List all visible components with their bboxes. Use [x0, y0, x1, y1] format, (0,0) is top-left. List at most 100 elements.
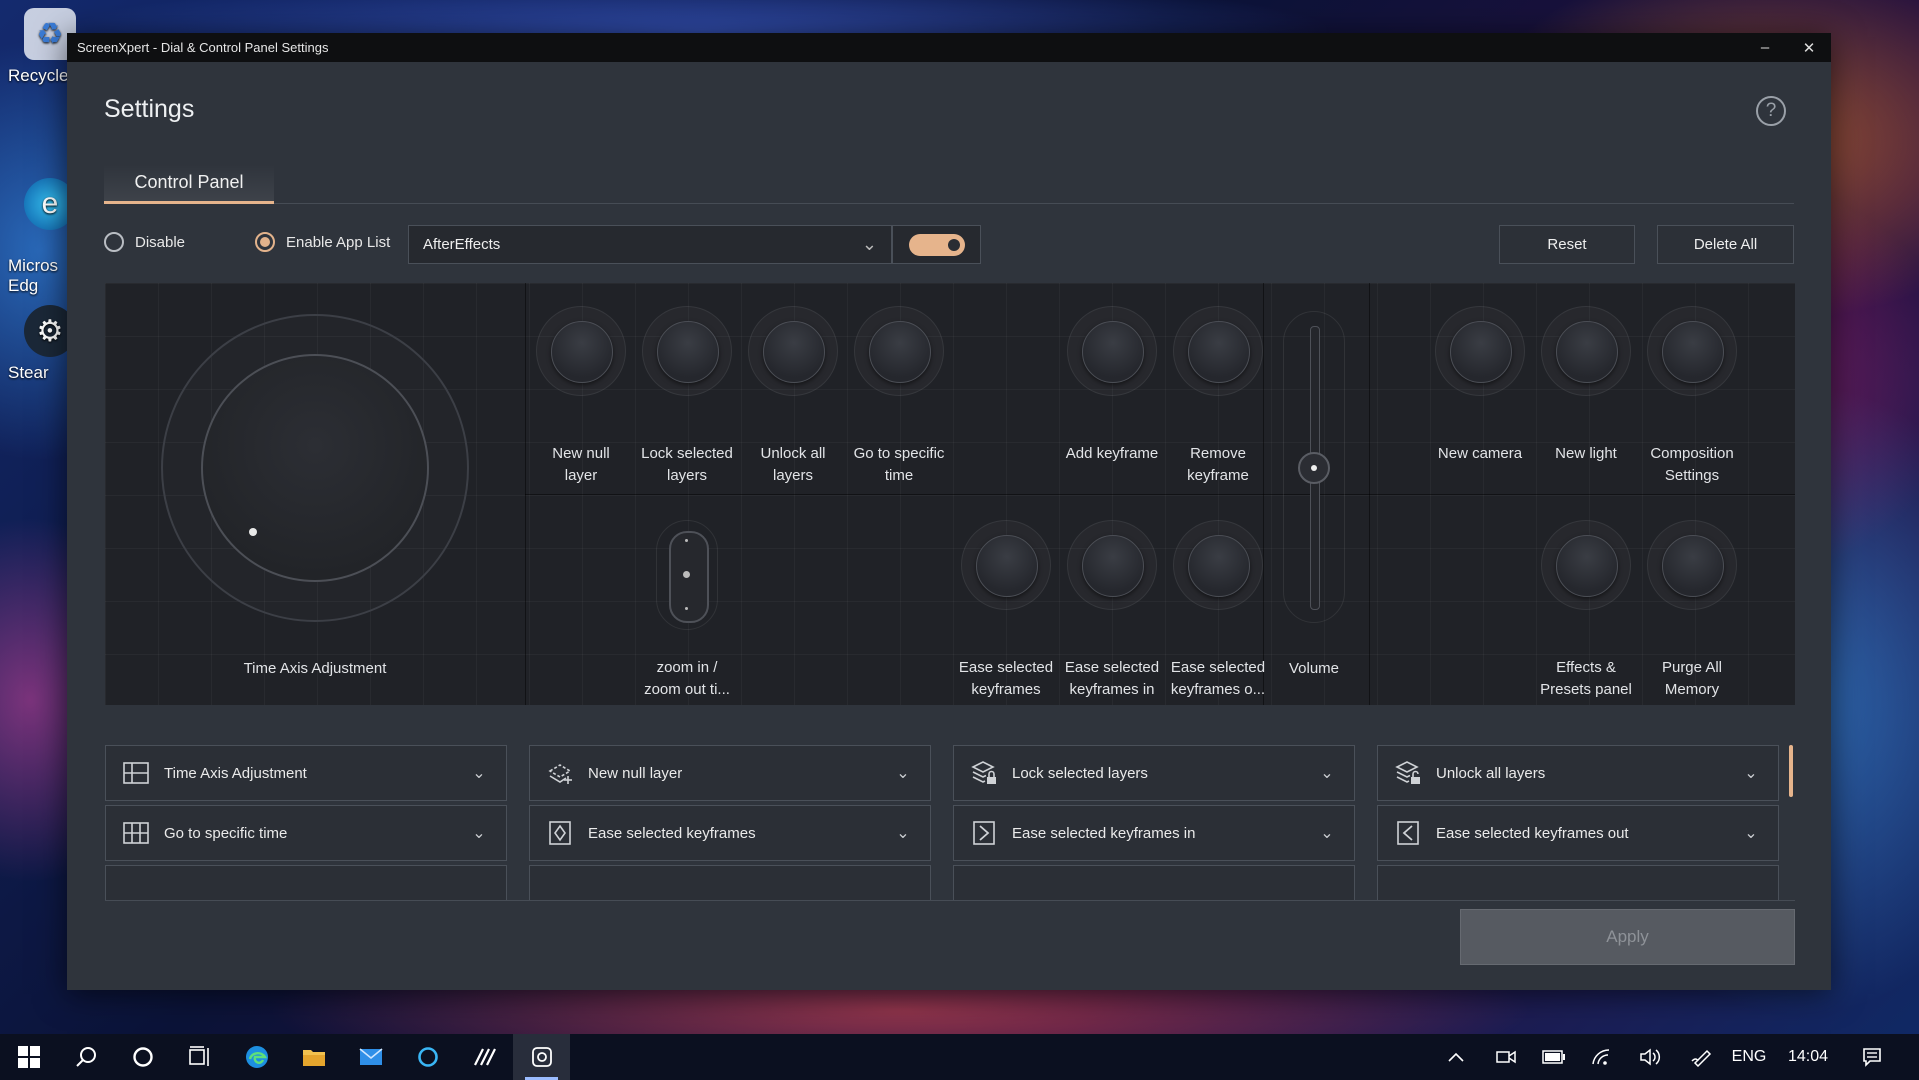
knob-label: Purge All Memory	[1661, 659, 1723, 698]
meet-now-icon[interactable]	[1486, 1034, 1526, 1080]
timeline-icon	[122, 759, 150, 787]
assignment-dropdown[interactable]: Time Axis Adjustment ⌄	[105, 745, 507, 801]
chevron-up-icon[interactable]	[1436, 1034, 1476, 1080]
assignment-dropdown-partial[interactable]	[1377, 865, 1779, 900]
assignment-dropdown-partial[interactable]	[105, 865, 507, 900]
knob-new-light[interactable]	[1541, 306, 1631, 396]
assignment-label: Unlock all layers	[1436, 764, 1546, 782]
knob-label: New camera	[1437, 445, 1523, 462]
assignment-scrollbar[interactable]	[1789, 745, 1793, 797]
chevron-down-icon: ⌄	[1320, 765, 1334, 782]
knob-label: Unlock all layers	[760, 445, 826, 484]
knob-label: Remove keyframe	[1187, 445, 1249, 484]
edge-icon[interactable]	[228, 1034, 285, 1080]
time-axis-dial[interactable]	[201, 354, 429, 582]
assignment-dropdown[interactable]: Unlock all layers ⌄	[1377, 745, 1779, 801]
assignment-label: Go to specific time	[164, 824, 288, 842]
knob-new-null-layer[interactable]	[536, 306, 626, 396]
pen-icon[interactable]	[1682, 1034, 1722, 1080]
assignment-dropdown[interactable]: Lock selected layers ⌄	[953, 745, 1355, 801]
chevron-down-icon: ⌄	[861, 234, 877, 254]
file-explorer-icon[interactable]	[285, 1034, 342, 1080]
knob-lock-selected-layers[interactable]	[642, 306, 732, 396]
disable-label: Disable	[135, 233, 186, 251]
knob-remove-keyframe[interactable]	[1173, 306, 1263, 396]
assignment-label: New null layer	[588, 764, 683, 782]
assignment-label: Time Axis Adjustment	[164, 764, 307, 782]
mail-icon[interactable]	[342, 1034, 399, 1080]
go-to-time-icon	[122, 819, 150, 847]
cortana-app-icon[interactable]	[399, 1034, 456, 1080]
knob-ease-selected-keyframes-out[interactable]	[1173, 520, 1263, 610]
screenxpert-icon[interactable]	[513, 1034, 570, 1080]
help-icon[interactable]: ?	[1756, 96, 1786, 126]
assignment-dropdown[interactable]: Ease selected keyframes in ⌄	[953, 805, 1355, 861]
knob-add-keyframe[interactable]	[1067, 306, 1157, 396]
app-select-dropdown[interactable]: AfterEffects ⌄	[408, 225, 892, 264]
chevron-down-icon: ⌄	[1744, 765, 1758, 782]
search-icon[interactable]	[57, 1034, 114, 1080]
assignment-dropdown-partial[interactable]	[953, 865, 1355, 900]
minimize-button[interactable]: –	[1743, 33, 1787, 62]
settings-window: ScreenXpert - Dial & Control Panel Setti…	[67, 33, 1831, 990]
assignment-dropdown[interactable]: Ease selected keyframes out ⌄	[1377, 805, 1779, 861]
ease-out-icon	[1394, 819, 1422, 847]
wifi-icon[interactable]	[1582, 1034, 1622, 1080]
knob-label: New null layer	[552, 445, 610, 484]
page-title: Settings	[104, 95, 195, 123]
knob-unlock-all-layers[interactable]	[748, 306, 838, 396]
enable-app-list-radio[interactable]: Enable App List	[255, 232, 390, 252]
knob-label: Add keyframe	[1065, 445, 1159, 462]
taskbar: ENG 14:04	[0, 1034, 1919, 1080]
language-indicator[interactable]: ENG	[1726, 1034, 1772, 1080]
knob-label: Ease selected keyframes	[958, 659, 1054, 698]
notification-icon[interactable]	[1850, 1034, 1894, 1080]
knob-new-camera[interactable]	[1435, 306, 1525, 396]
chevron-down-icon: ⌄	[896, 765, 910, 782]
app-select-value: AfterEffects	[423, 236, 501, 253]
desktop-icon-label: Micros Edg	[8, 256, 59, 295]
desktop-icon-label: Recycle	[8, 66, 69, 85]
assignment-label: Ease selected keyframes out	[1436, 824, 1629, 842]
disable-radio[interactable]: Disable	[104, 232, 185, 252]
assignment-dropdown[interactable]: New null layer ⌄	[529, 745, 931, 801]
battery-icon[interactable]	[1534, 1034, 1574, 1080]
knob-purge-all-memory[interactable]	[1647, 520, 1737, 610]
delete-all-button[interactable]: Delete All	[1657, 225, 1794, 264]
knob-label: Lock selected layers	[641, 445, 733, 484]
assignment-label: Ease selected keyframes	[588, 824, 756, 842]
zoom-dot-top	[685, 539, 688, 542]
chevron-down-icon: ⌄	[896, 825, 910, 842]
clock[interactable]: 14:04	[1778, 1034, 1838, 1080]
unlock-layers-icon	[1394, 759, 1422, 787]
assignment-label: Ease selected keyframes in	[1012, 824, 1196, 842]
knob-ease-selected-keyframes-in[interactable]	[1067, 520, 1157, 610]
knob-ease-selected-keyframes[interactable]	[961, 520, 1051, 610]
assignment-dropdown[interactable]: Go to specific time ⌄	[105, 805, 507, 861]
cortana-icon[interactable]	[114, 1034, 171, 1080]
start-button[interactable]	[0, 1034, 57, 1080]
assignment-dropdown-partial[interactable]	[529, 865, 931, 900]
tab-control-panel[interactable]: Control Panel	[104, 164, 274, 204]
close-button[interactable]: ✕	[1787, 33, 1831, 62]
knob-label: Ease selected keyframes in	[1064, 659, 1160, 698]
knob-label: Go to specific time	[853, 445, 945, 484]
task-view-icon[interactable]	[171, 1034, 228, 1080]
assignment-dropdown[interactable]: Ease selected keyframes ⌄	[529, 805, 931, 861]
tab-bar: Control Panel	[104, 164, 1794, 204]
app-enable-toggle[interactable]	[908, 233, 965, 256]
enable-app-list-label: Enable App List	[286, 233, 391, 251]
volume-slider-handle[interactable]	[1298, 452, 1330, 484]
reset-button[interactable]: Reset	[1499, 225, 1635, 264]
knob-effects-presets-panel[interactable]	[1541, 520, 1631, 610]
lock-layers-icon	[970, 759, 998, 787]
apply-button[interactable]: Apply	[1460, 909, 1795, 965]
knob-label: Composition Settings	[1650, 445, 1734, 484]
knob-go-to-specific-time[interactable]	[854, 306, 944, 396]
knob-label: Effects & Presets panel	[1540, 659, 1632, 698]
knob-label: New light	[1555, 445, 1617, 462]
zoom-dot-center	[683, 571, 690, 578]
stylus-app-icon[interactable]	[456, 1034, 513, 1080]
volume-icon[interactable]	[1630, 1034, 1670, 1080]
knob-composition-settings[interactable]	[1647, 306, 1737, 396]
